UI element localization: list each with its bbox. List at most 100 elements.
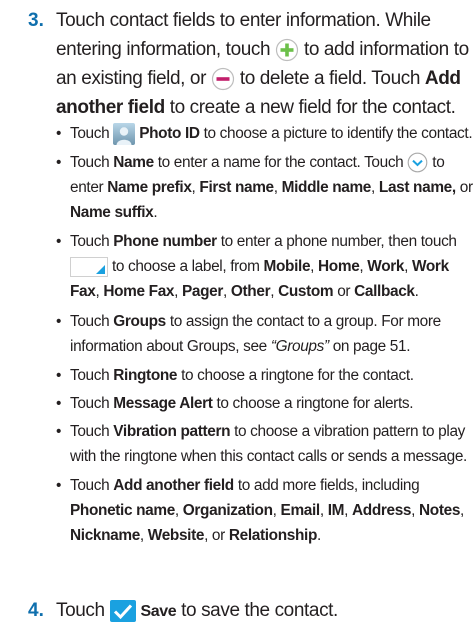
- bold-term: another field: [56, 97, 165, 118]
- text: ,: [95, 283, 100, 300]
- checkmark-icon: [109, 599, 136, 622]
- bullet-text: Touch Photo ID to choose a picture to id…: [70, 121, 473, 146]
- text: to choose a ringtone for the contact.: [181, 367, 414, 384]
- minus-circle-icon: [211, 67, 235, 91]
- bullet-symbol: •: [56, 423, 62, 440]
- bold-term: Phone number: [113, 233, 217, 250]
- bold-term: Save: [140, 603, 177, 620]
- step-4-text: Touch Save to save the contact.: [56, 596, 471, 626]
- bold-term: Work: [411, 258, 449, 275]
- text-line: entering information, touch to add infor…: [56, 35, 471, 64]
- bullet-symbol: •: [56, 477, 62, 494]
- text: to choose a picture to identify the cont…: [203, 125, 473, 142]
- bold-term: Nickname: [70, 527, 140, 544]
- text: to choose a vibration pattern to play: [234, 423, 465, 440]
- text: to: [432, 154, 445, 171]
- bold-term: Middle name: [281, 179, 372, 196]
- text: an existing field, or: [56, 68, 207, 89]
- bold-term: Pager: [182, 283, 224, 300]
- chevron-down-circle-icon: [407, 152, 428, 173]
- text: ,: [411, 502, 416, 519]
- text: on page 51.: [332, 338, 411, 355]
- bold-term: Callback: [354, 283, 415, 300]
- bullet-symbol: •: [56, 367, 62, 384]
- text: Touch contact fields to enter informatio…: [56, 10, 431, 31]
- text: to save the contact.: [181, 600, 338, 621]
- text-line: Touch Add another field to add more fiel…: [70, 473, 464, 498]
- text: ,: [174, 502, 179, 519]
- bold-term: Name suffix: [70, 204, 154, 221]
- text: to enter a phone number, then touch: [220, 233, 457, 250]
- text: ,: [344, 502, 349, 519]
- text: entering information, touch: [56, 39, 271, 60]
- text: ,: [273, 179, 278, 196]
- text: Touch: [70, 313, 110, 330]
- bold-term: Relationship: [228, 527, 318, 544]
- bold-term: First name: [199, 179, 274, 196]
- text: ,: [371, 179, 375, 196]
- bold-term: Work: [367, 258, 405, 275]
- bold-term: Add: [424, 68, 461, 89]
- text: enter: [70, 179, 104, 196]
- text-line: information about Groups, see “Groups” o…: [70, 334, 441, 359]
- bullet-text: Touch Groups to assign the contact to a …: [70, 309, 441, 359]
- bold-term: Message Alert: [113, 395, 213, 412]
- text-line: Phonetic name, Organization, Email, IM, …: [70, 498, 464, 523]
- bold-term: Last name,: [378, 179, 456, 196]
- bullet-symbol: •: [56, 233, 62, 250]
- text: with the ringtone when this contact call…: [70, 448, 467, 465]
- bold-term: Address: [352, 502, 412, 519]
- bold-term: Mobile: [263, 258, 311, 275]
- text: ,: [174, 283, 179, 300]
- text: or: [459, 179, 473, 196]
- text: ,: [359, 258, 364, 275]
- bold-term: Email: [280, 502, 321, 519]
- bold-term: Vibration pattern: [113, 423, 231, 440]
- text: ,: [270, 283, 275, 300]
- text: ,: [191, 179, 196, 196]
- text: , or: [204, 527, 225, 544]
- text: ,: [460, 502, 464, 519]
- bold-term: Photo ID: [139, 125, 200, 142]
- text: ,: [139, 527, 144, 544]
- plus-circle-icon: [275, 38, 299, 62]
- text: to delete a field. Touch: [239, 68, 421, 89]
- text-line: Touch Phone number to enter a phone numb…: [70, 229, 457, 254]
- text: ,: [404, 258, 409, 275]
- bullet-text: Touch Phone number to enter a phone numb…: [70, 229, 457, 304]
- bold-term: Name: [113, 154, 154, 171]
- text: to create a new field for the contact.: [169, 97, 456, 118]
- text: to choose a label, from: [111, 258, 260, 275]
- text: .: [153, 204, 158, 221]
- bold-term: Website: [147, 527, 205, 544]
- text-line: Fax, Home Fax, Pager, Other, Custom or C…: [70, 279, 457, 304]
- text-line: to choose a label, from Mobile, Home, Wo…: [70, 254, 457, 279]
- text: Touch: [70, 233, 110, 250]
- text-line: Name suffix.: [70, 200, 473, 225]
- bullet-text: Touch Add another field to add more fiel…: [70, 473, 464, 548]
- bold-term: IM: [327, 502, 345, 519]
- bullet-text: Touch Message Alert to choose a ringtone…: [70, 391, 414, 416]
- text: information about Groups, see: [70, 338, 267, 355]
- text: ,: [310, 258, 315, 275]
- text: or: [337, 283, 351, 300]
- bullet-text: Touch Vibration pattern to choose a vibr…: [70, 419, 467, 469]
- text: ,: [223, 283, 227, 300]
- bullet-text: Touch Ringtone to choose a ringtone for …: [70, 363, 414, 388]
- bullet-symbol: •: [56, 125, 62, 142]
- text: ,: [272, 502, 277, 519]
- text-line: with the ringtone when this contact call…: [70, 444, 467, 469]
- bold-term: Fax: [70, 283, 96, 300]
- bullet-symbol: •: [56, 395, 62, 412]
- text-line: Touch Vibration pattern to choose a vibr…: [70, 419, 467, 444]
- bullet-symbol: •: [56, 313, 62, 330]
- text: .: [317, 527, 321, 544]
- text: Touch: [70, 477, 110, 494]
- bold-term: Notes: [419, 502, 461, 519]
- text: Touch: [70, 423, 110, 440]
- text-line: Nickname, Website, or Relationship.: [70, 523, 464, 548]
- text-line: Touch Name to enter a name for the conta…: [70, 150, 473, 175]
- bold-term: Home: [318, 258, 360, 275]
- bullet-text: Touch Name to enter a name for the conta…: [70, 150, 473, 225]
- groups-cross-reference-link[interactable]: “Groups”: [271, 338, 329, 355]
